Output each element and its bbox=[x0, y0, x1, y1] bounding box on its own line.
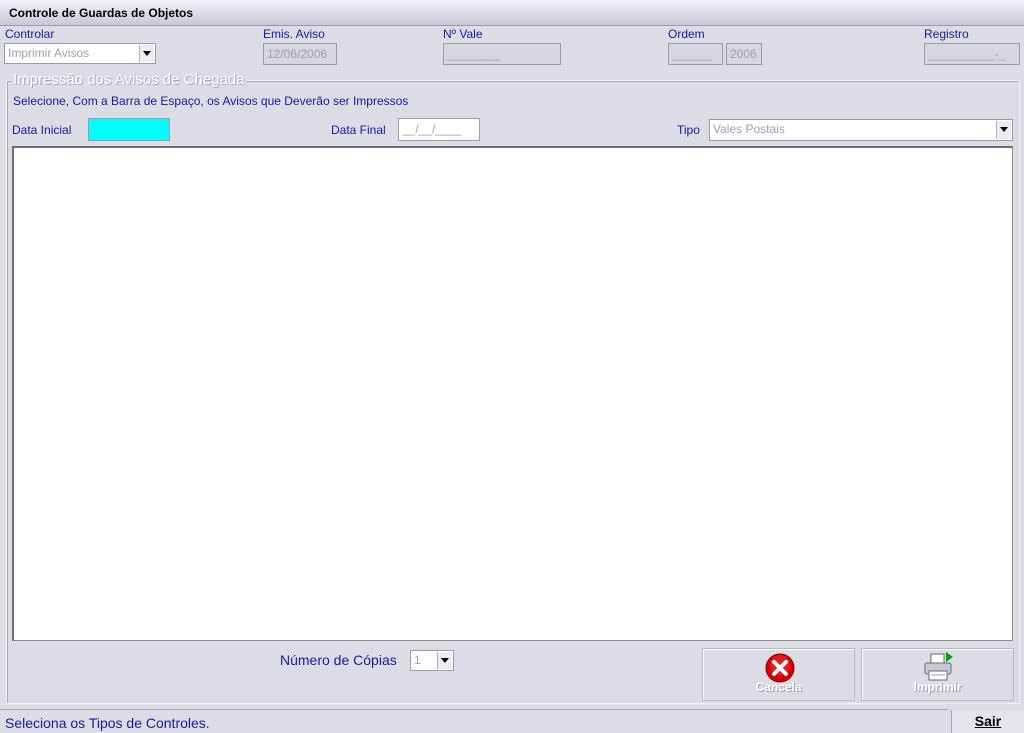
imprimir-button[interactable]: Imprimir bbox=[861, 648, 1014, 701]
tipo-select[interactable]: Vales Postais bbox=[709, 119, 1013, 141]
registro-label: Registro bbox=[924, 27, 969, 41]
status-text: Seleciona os Tipos de Controles. bbox=[5, 715, 210, 731]
chevron-down-icon[interactable] bbox=[437, 652, 452, 669]
copias-select[interactable]: 1 bbox=[410, 650, 454, 671]
cancela-button[interactable]: Cancela bbox=[702, 648, 855, 701]
avisos-list[interactable] bbox=[12, 146, 1013, 641]
controlar-label: Controlar bbox=[5, 27, 55, 41]
copias-value: 1 bbox=[414, 653, 421, 667]
data-inicial-label: Data Inicial bbox=[12, 123, 72, 137]
chevron-down-icon[interactable] bbox=[996, 121, 1011, 139]
n-vale-field[interactable]: ________ bbox=[443, 43, 561, 65]
data-final-input[interactable]: __/__/____ bbox=[398, 118, 480, 141]
title-bar: Controle de Guardas de Objetos bbox=[0, 0, 1024, 26]
registro-field[interactable]: __________-_ bbox=[924, 43, 1020, 65]
ordem-year-field[interactable]: 2006 bbox=[726, 43, 762, 65]
controlar-select[interactable]: Imprimir Avisos bbox=[4, 43, 156, 64]
status-bar: Seleciona os Tipos de Controles. bbox=[0, 709, 948, 733]
tipo-value: Vales Postais bbox=[713, 122, 785, 136]
sair-label: Sair bbox=[974, 713, 1002, 729]
group-title: Impressão dos Avisos de Chegada bbox=[11, 71, 247, 88]
ordem-label: Ordem bbox=[668, 27, 705, 41]
printer-icon bbox=[924, 652, 953, 681]
tipo-label: Tipo bbox=[677, 123, 700, 137]
imprimir-label: Imprimir bbox=[913, 680, 962, 694]
sair-button[interactable]: Sair bbox=[951, 710, 1024, 733]
cancela-label: Cancela bbox=[755, 680, 802, 694]
copias-label: Número de Cópias bbox=[280, 652, 397, 668]
emis-aviso-field[interactable]: 12/06/2006 bbox=[263, 43, 337, 65]
ordem-field[interactable]: ______ bbox=[668, 43, 723, 65]
data-final-label: Data Final bbox=[331, 123, 386, 137]
window-title: Controle de Guardas de Objetos bbox=[9, 6, 194, 20]
n-vale-label: Nº Vale bbox=[443, 27, 483, 41]
emis-aviso-label: Emis. Aviso bbox=[263, 27, 325, 41]
chevron-down-icon[interactable] bbox=[139, 45, 154, 62]
data-inicial-input[interactable] bbox=[88, 118, 170, 141]
instruction-text: Selecione, Com a Barra de Espaço, os Avi… bbox=[13, 94, 409, 108]
controlar-value: Imprimir Avisos bbox=[8, 46, 90, 60]
